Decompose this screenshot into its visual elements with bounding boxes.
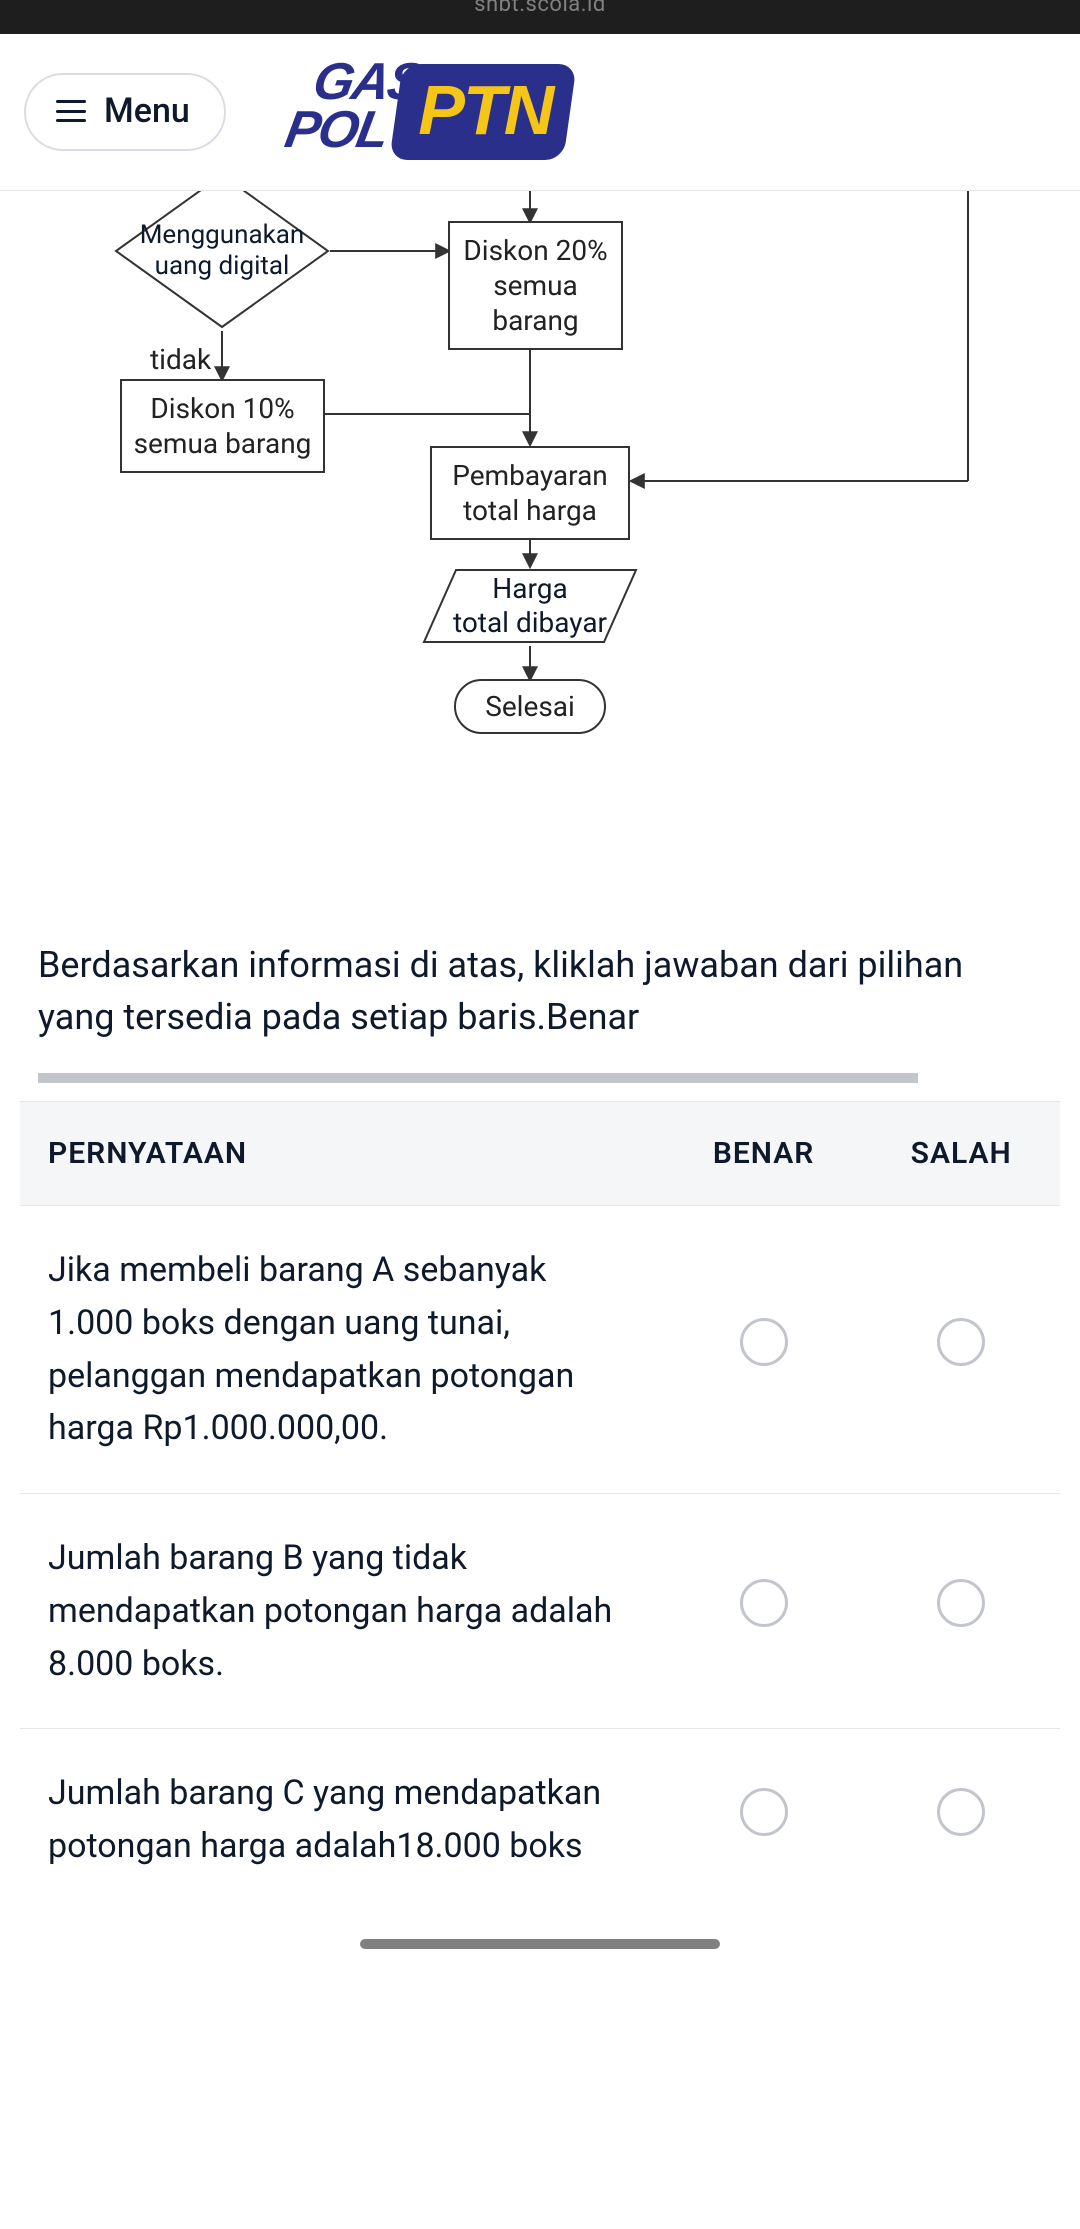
flowchart-image: Menggunakan uang digital tidak Diskon 10… bbox=[20, 191, 1060, 891]
flowchart-box-payment: Pembayaran total harga bbox=[430, 446, 630, 540]
statement-cell: Jika membeli barang A sebanyak 1.000 bok… bbox=[20, 1206, 665, 1494]
flowchart-terminator-end: Selesai bbox=[454, 679, 606, 734]
url-text: snbt.scola.id bbox=[474, 0, 606, 17]
menu-label: Menu bbox=[104, 91, 190, 131]
col-header-false: SALAH bbox=[862, 1102, 1060, 1206]
device-home-area bbox=[0, 1911, 1080, 1977]
statement-cell: Jumlah barang C yang mendapatkan potonga… bbox=[20, 1729, 665, 1911]
menu-button[interactable]: Menu bbox=[24, 73, 226, 151]
radio-false-2[interactable] bbox=[937, 1788, 985, 1836]
radio-true-2[interactable] bbox=[740, 1788, 788, 1836]
logo-badge-ptn: PTN bbox=[389, 64, 576, 160]
flowchart-label-no: tidak bbox=[150, 343, 211, 376]
logo-text-pol: POL bbox=[280, 100, 391, 160]
table-row: Jika membeli barang A sebanyak 1.000 bok… bbox=[20, 1206, 1060, 1494]
site-logo[interactable]: GAS POL PTN bbox=[286, 52, 646, 172]
radio-true-1[interactable] bbox=[740, 1579, 788, 1627]
home-indicator[interactable] bbox=[360, 1939, 720, 1949]
col-header-true: BENAR bbox=[665, 1102, 863, 1206]
radio-true-0[interactable] bbox=[740, 1318, 788, 1366]
statement-cell: Jumlah barang B yang tidak mendapatkan p… bbox=[20, 1494, 665, 1729]
radio-false-1[interactable] bbox=[937, 1579, 985, 1627]
flowchart-decision-digital: Menggunakan uang digital bbox=[112, 191, 332, 331]
hamburger-icon bbox=[56, 100, 86, 122]
browser-url-bar: snbt.scola.id bbox=[0, 0, 1080, 34]
col-header-statement: PERNYATAAN bbox=[20, 1102, 665, 1206]
main-content: Menggunakan uang digital tidak Diskon 10… bbox=[0, 191, 1080, 1911]
radio-false-0[interactable] bbox=[937, 1318, 985, 1366]
flowchart-box-discount10: Diskon 10% semua barang bbox=[120, 379, 325, 473]
progress-bar bbox=[38, 1073, 1038, 1083]
flowchart-box-discount20: Diskon 20% semua barang bbox=[448, 221, 623, 350]
flowchart-parallelogram-price: Harga total dibayar bbox=[420, 566, 640, 646]
question-text: Berdasarkan informasi di atas, kliklah j… bbox=[20, 891, 1060, 1073]
table-row: Jumlah barang B yang tidak mendapatkan p… bbox=[20, 1494, 1060, 1729]
app-header: Menu GAS POL PTN bbox=[0, 34, 1080, 191]
table-row: Jumlah barang C yang mendapatkan potonga… bbox=[20, 1729, 1060, 1911]
statements-table: PERNYATAAN BENAR SALAH Jika membeli bara… bbox=[20, 1101, 1060, 1910]
